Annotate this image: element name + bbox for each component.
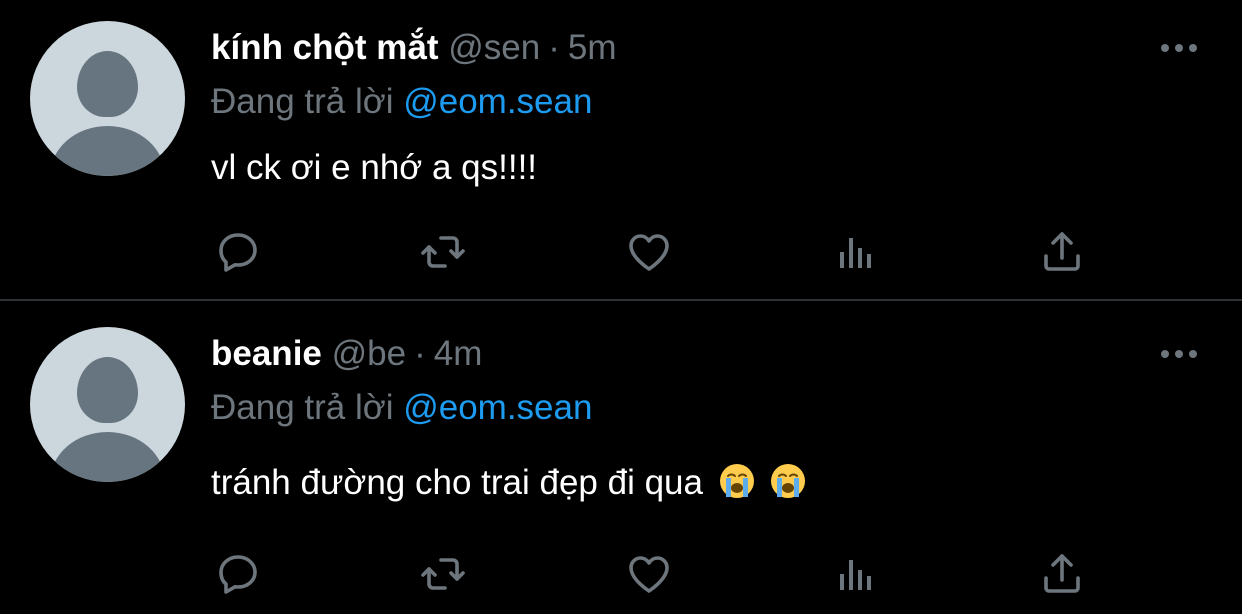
like-button[interactable] bbox=[623, 226, 675, 278]
tweet-header: beanie @be · 4m bbox=[211, 334, 482, 374]
reply-button[interactable] bbox=[212, 548, 264, 600]
stats-button[interactable] bbox=[830, 226, 882, 278]
loudly-crying-face-icon bbox=[719, 464, 754, 498]
more-options-button[interactable] bbox=[1157, 38, 1201, 58]
tweet-timestamp[interactable]: 5m bbox=[568, 28, 617, 67]
loudly-crying-face-icon bbox=[771, 464, 806, 498]
tweet-actions bbox=[0, 226, 1242, 278]
retweet-icon bbox=[421, 558, 465, 590]
tweet-timestamp[interactable]: 4m bbox=[434, 334, 483, 373]
display-name[interactable]: beanie bbox=[211, 334, 322, 373]
avatar-head-shape bbox=[77, 357, 138, 423]
display-name[interactable]: kính chột mắt bbox=[211, 28, 439, 67]
share-button[interactable] bbox=[1036, 226, 1088, 278]
like-button[interactable] bbox=[623, 548, 675, 600]
reply-mention-link[interactable]: @eom.sean bbox=[403, 82, 592, 121]
share-icon bbox=[1044, 232, 1080, 271]
share-button[interactable] bbox=[1036, 548, 1088, 600]
tweet-feed: kính chột mắt @sen · 5m Đang trả lời @eom.… bbox=[0, 0, 1242, 614]
like-icon bbox=[629, 234, 669, 271]
like-icon bbox=[629, 556, 669, 593]
retweet-button[interactable] bbox=[417, 226, 469, 278]
stats-button[interactable] bbox=[830, 548, 882, 600]
more-dots-icon bbox=[1161, 350, 1197, 358]
tweet-text-content: tránh đường cho trai đẹp đi qua bbox=[211, 463, 703, 502]
stats-icon bbox=[840, 560, 871, 590]
avatar-body-shape bbox=[50, 126, 165, 176]
avatar-body-shape bbox=[50, 432, 165, 482]
share-icon bbox=[1044, 554, 1080, 593]
header-separator: · bbox=[548, 28, 560, 67]
tweet-header: kính chột mắt @sen · 5m bbox=[211, 28, 617, 68]
avatar[interactable] bbox=[30, 327, 185, 482]
avatar[interactable] bbox=[30, 21, 185, 176]
more-dots-icon bbox=[1161, 44, 1197, 52]
tweet[interactable]: kính chột mắt @sen · 5m Đang trả lời @eom.… bbox=[0, 0, 1242, 300]
stats-icon bbox=[840, 238, 871, 268]
tweet-text: vl ck ơi e nhớ a qs!!!! bbox=[211, 148, 537, 188]
tweet-text: tránh đường cho trai đẹp đi qua bbox=[211, 463, 806, 503]
tweet-divider bbox=[0, 299, 1242, 301]
reply-prefix: Đang trả lời bbox=[211, 82, 394, 121]
tweet-actions bbox=[0, 548, 1242, 600]
reply-button[interactable] bbox=[212, 226, 264, 278]
reply-icon bbox=[219, 555, 257, 594]
reply-context: Đang trả lời @eom.sean bbox=[211, 82, 592, 122]
reply-icon bbox=[219, 233, 257, 272]
reply-prefix: Đang trả lời bbox=[211, 388, 394, 427]
reply-context: Đang trả lời @eom.sean bbox=[211, 388, 592, 428]
avatar-head-shape bbox=[77, 51, 138, 117]
header-separator: · bbox=[414, 334, 426, 373]
retweet-icon bbox=[421, 236, 465, 268]
reply-mention-link[interactable]: @eom.sean bbox=[403, 388, 592, 427]
tweet-text-content: vl ck ơi e nhớ a qs!!!! bbox=[211, 148, 538, 187]
retweet-button[interactable] bbox=[417, 548, 469, 600]
tweet[interactable]: beanie @be · 4m Đang trả lời @eom.sean trá… bbox=[0, 302, 1242, 614]
user-handle[interactable]: @be bbox=[332, 334, 406, 373]
more-options-button[interactable] bbox=[1157, 344, 1201, 364]
user-handle[interactable]: @sen bbox=[448, 28, 540, 67]
